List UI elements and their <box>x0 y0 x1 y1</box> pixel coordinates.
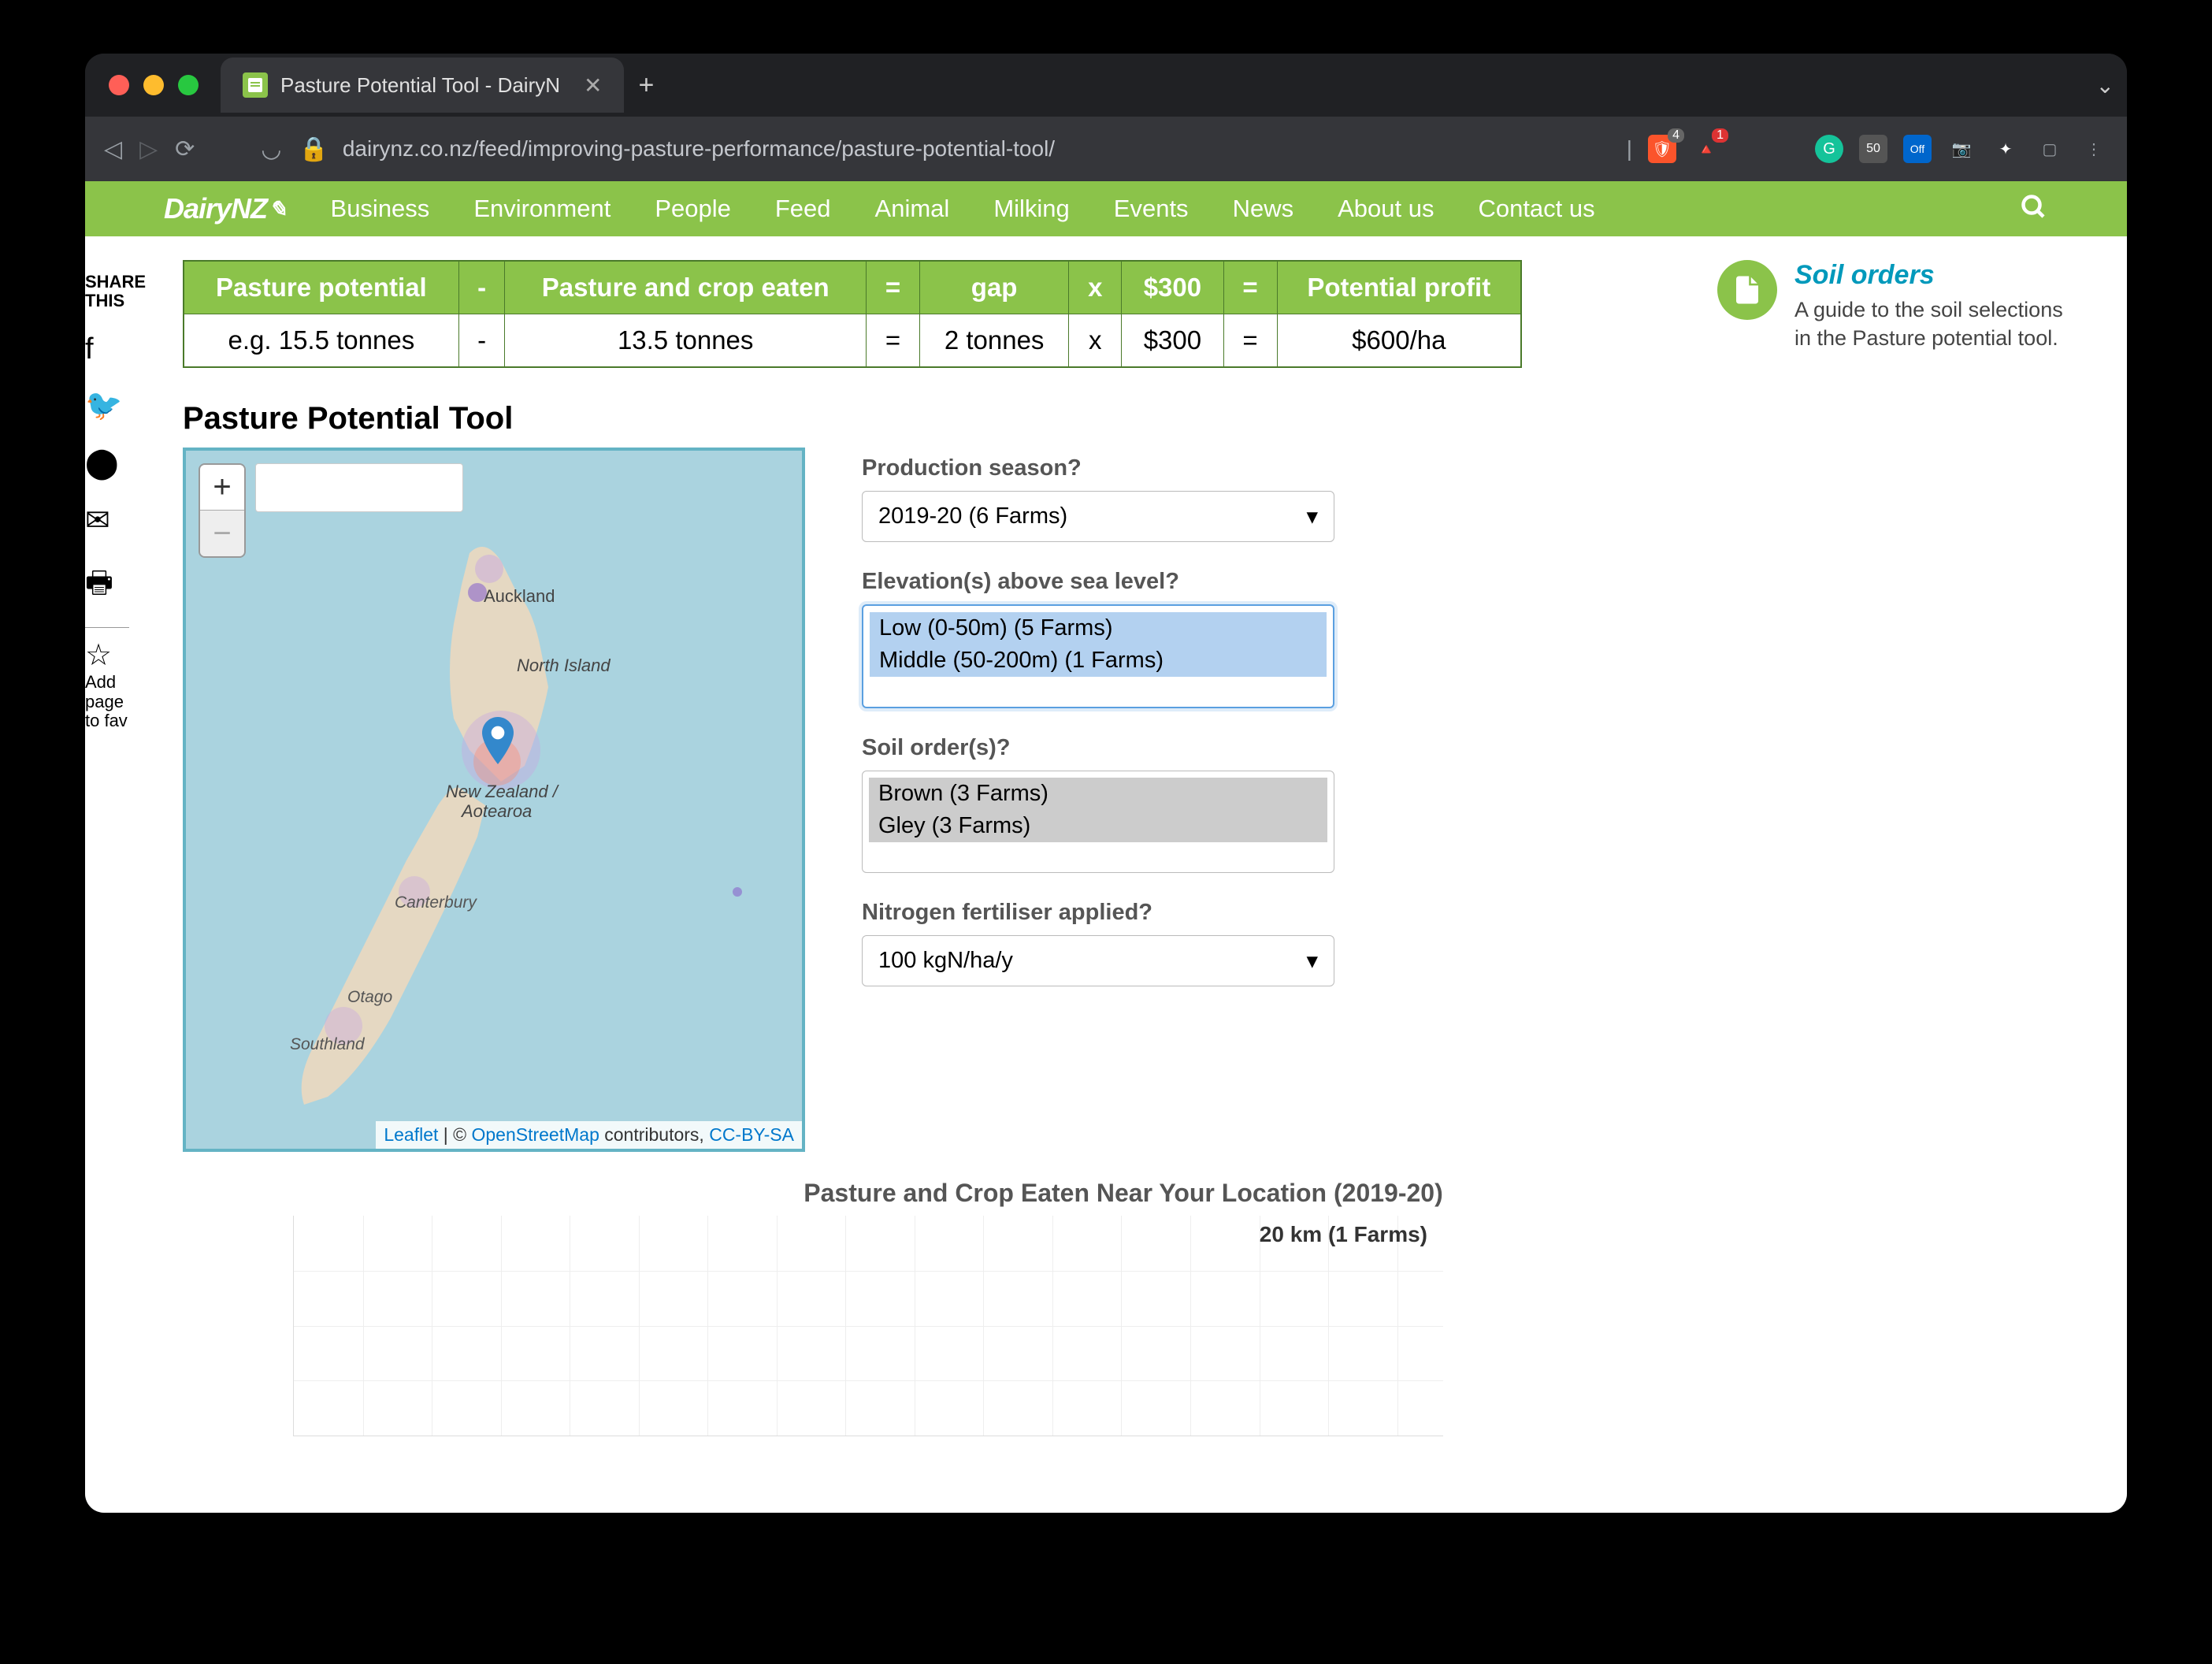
url-field[interactable]: 🔒 dairynz.co.nz/feed/improving-pasture-p… <box>299 136 1609 163</box>
tab-favicon <box>243 72 268 98</box>
extensions-puzzle-icon[interactable]: ✦ <box>1991 135 2020 163</box>
tool-heading: Pasture Potential Tool <box>183 401 2064 436</box>
nav-news[interactable]: News <box>1233 195 1294 223</box>
lock-icon: 🔒 <box>299 136 328 163</box>
filter-form: Production season? 2019-20 (6 Farms) ▾ E… <box>862 448 1334 1152</box>
soil-option[interactable]: Gley (3 Farms) <box>869 810 1327 842</box>
menu-icon[interactable]: ⋮ <box>2080 135 2108 163</box>
soil-listbox[interactable]: Brown (3 Farms) Gley (3 Farms) <box>862 771 1334 873</box>
svg-text:North Island: North Island <box>517 656 611 675</box>
nav-animal[interactable]: Animal <box>875 195 950 223</box>
search-icon[interactable] <box>2020 193 2048 225</box>
main-content: Soil orders A guide to the soil selectio… <box>183 260 2064 1436</box>
tab-overflow-icon[interactable]: ⌄ <box>2096 72 2114 98</box>
map-pin-icon[interactable] <box>481 717 515 764</box>
nitrogen-label: Nitrogen fertiliser applied? <box>862 900 1334 926</box>
soil-label: Soil order(s)? <box>862 735 1334 761</box>
tab-title: Pasture Potential Tool - DairyN <box>280 73 560 98</box>
chart: 20 km (1 Farms) <box>293 1216 1443 1436</box>
site-logo[interactable]: DairyNZ✎ <box>164 192 287 225</box>
new-tab-button[interactable]: + <box>638 70 654 101</box>
leaflet-link[interactable]: Leaflet <box>384 1124 438 1145</box>
map[interactable]: Auckland North Island New Zealand / Aote… <box>183 448 805 1152</box>
nitrogen-select[interactable]: 100 kgN/ha/y ▾ <box>862 935 1334 986</box>
svg-text:Otago: Otago <box>347 988 393 1006</box>
site-nav: DairyNZ✎ Business Environment People Fee… <box>85 181 2127 236</box>
season-select[interactable]: 2019-20 (6 Farms) ▾ <box>862 491 1334 542</box>
wallet-icon[interactable]: ▢ <box>2036 135 2064 163</box>
triangle-extension-icon[interactable]: 🔺1 <box>1692 135 1720 163</box>
browser-window: Pasture Potential Tool - DairyN ✕ + ⌄ ◁ … <box>85 54 2127 1513</box>
nav-milking[interactable]: Milking <box>993 195 1069 223</box>
soil-orders-title: Soil orders <box>1794 260 2064 291</box>
nav-feed[interactable]: Feed <box>775 195 831 223</box>
svg-text:Canterbury: Canterbury <box>395 893 477 912</box>
print-icon[interactable]: 🖶 <box>85 560 129 611</box>
cc-link[interactable]: CC-BY-SA <box>709 1124 794 1145</box>
nav-contact[interactable]: Contact us <box>1478 195 1594 223</box>
favorite-star-icon[interactable]: ☆ <box>85 637 129 673</box>
twitter-icon[interactable]: 🐦 <box>85 388 129 423</box>
pdf-icon <box>1717 260 1777 320</box>
window-controls <box>98 75 199 95</box>
svg-text:Southland: Southland <box>290 1035 366 1053</box>
nav-people[interactable]: People <box>655 195 731 223</box>
tool-body: Auckland North Island New Zealand / Aote… <box>183 448 2064 1152</box>
map-search-input[interactable] <box>255 463 463 512</box>
zoom-out-button[interactable]: − <box>200 511 244 556</box>
maximize-window-icon[interactable] <box>178 75 199 95</box>
season-label: Production season? <box>862 455 1334 481</box>
titlebar: Pasture Potential Tool - DairyN ✕ + ⌄ <box>85 54 2127 117</box>
brave-shield-icon[interactable]: 🛡4 <box>1648 135 1676 163</box>
favorite-label: Addpageto fav <box>85 673 129 730</box>
close-tab-icon[interactable]: ✕ <box>584 72 602 98</box>
extension-50-icon[interactable]: 50 <box>1859 135 1887 163</box>
close-window-icon[interactable] <box>109 75 129 95</box>
share-heading: SHARETHIS <box>85 273 129 310</box>
back-button[interactable]: ◁ <box>104 136 122 163</box>
dropdown-caret-icon: ▾ <box>1306 947 1318 975</box>
facebook-icon[interactable]: f <box>85 332 129 366</box>
svg-text:Aotearoa: Aotearoa <box>460 801 532 821</box>
url-text: dairynz.co.nz/feed/improving-pasture-per… <box>343 136 1055 162</box>
bookmark-icon[interactable]: ◡ <box>261 136 281 163</box>
map-zoom-control: + − <box>199 463 246 558</box>
share-panel: SHARETHIS f 🐦 ⬤ ✉ 🖶 ☆ Addpageto fav <box>85 273 129 730</box>
dropdown-caret-icon: ▾ <box>1306 503 1318 530</box>
elevation-option[interactable]: Middle (50-200m) (1 Farms) <box>870 644 1327 677</box>
nav-events[interactable]: Events <box>1114 195 1189 223</box>
elevation-option[interactable]: Low (0-50m) (5 Farms) <box>870 612 1327 644</box>
map-attribution: Leaflet | © OpenStreetMap contributors, … <box>376 1121 802 1149</box>
table-example-row: e.g. 15.5 tonnes - 13.5 tonnes = 2 tonne… <box>184 314 1521 368</box>
zoom-in-button[interactable]: + <box>200 465 244 511</box>
table-header-row: Pasture potential - Pasture and crop eat… <box>184 261 1521 314</box>
soil-option[interactable]: Brown (3 Farms) <box>869 778 1327 810</box>
page-content: DairyNZ✎ Business Environment People Fee… <box>85 181 2127 1513</box>
svg-text:New Zealand /: New Zealand / <box>446 782 559 801</box>
browser-tab[interactable]: Pasture Potential Tool - DairyN ✕ <box>221 58 624 113</box>
calculation-table: Pasture potential - Pasture and crop eat… <box>183 260 1522 368</box>
toolbar-extensions: | 🛡4 🔺1 G 50 Off 📷 ✦ ▢ ⋮ <box>1627 135 2108 163</box>
chart-title: Pasture and Crop Eaten Near Your Locatio… <box>183 1179 2064 1208</box>
linkedin-icon[interactable]: ⬤ <box>85 445 129 481</box>
chart-distance-label: 20 km (1 Farms) <box>1260 1222 1427 1247</box>
extension-off-icon[interactable]: Off <box>1903 135 1932 163</box>
camera-extension-icon[interactable]: 📷 <box>1947 135 1976 163</box>
forward-button: ▷ <box>139 136 158 163</box>
nav-business[interactable]: Business <box>331 195 430 223</box>
soil-orders-sidebar[interactable]: Soil orders A guide to the soil selectio… <box>1717 260 2064 353</box>
osm-link[interactable]: OpenStreetMap <box>471 1124 599 1145</box>
elevation-listbox[interactable]: Low (0-50m) (5 Farms) Middle (50-200m) (… <box>862 604 1334 708</box>
svg-text:Auckland: Auckland <box>484 586 555 606</box>
soil-orders-desc: A guide to the soil selections in the Pa… <box>1794 295 2064 353</box>
nav-environment[interactable]: Environment <box>473 195 611 223</box>
reload-button[interactable]: ⟳ <box>175 136 195 163</box>
share-divider <box>85 627 129 628</box>
email-icon[interactable]: ✉ <box>85 503 129 538</box>
nav-about[interactable]: About us <box>1338 195 1434 223</box>
elevation-label: Elevation(s) above sea level? <box>862 569 1334 595</box>
address-bar: ◁ ▷ ⟳ ◡ 🔒 dairynz.co.nz/feed/improving-p… <box>85 117 2127 181</box>
grammarly-icon[interactable]: G <box>1815 135 1843 163</box>
minimize-window-icon[interactable] <box>143 75 164 95</box>
